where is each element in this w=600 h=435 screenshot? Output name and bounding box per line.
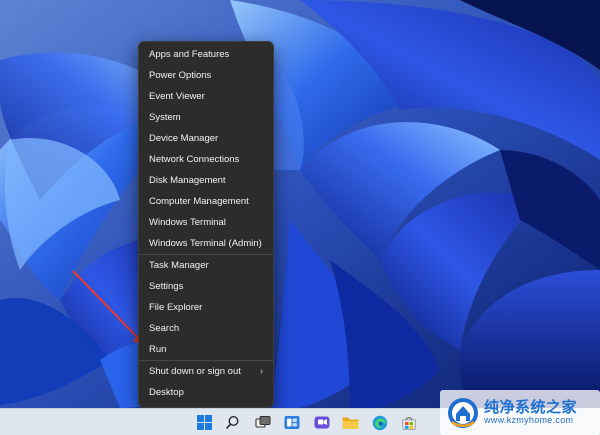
- menu-group-session: Shut down or sign out › Desktop: [139, 361, 273, 403]
- site-watermark: 纯净系统之家 www.kzmyhome.com: [440, 390, 600, 435]
- menu-item-windows-terminal-admin[interactable]: Windows Terminal (Admin): [139, 233, 273, 254]
- menu-item-apps-and-features[interactable]: Apps and Features: [139, 44, 273, 65]
- menu-item-task-manager[interactable]: Task Manager: [139, 255, 273, 276]
- menu-item-disk-management[interactable]: Disk Management: [139, 170, 273, 191]
- chevron-right-icon: ›: [260, 366, 263, 376]
- menu-item-desktop[interactable]: Desktop: [139, 382, 273, 403]
- windows-start-icon[interactable]: [196, 414, 213, 431]
- menu-item-network-connections[interactable]: Network Connections: [139, 149, 273, 170]
- menu-item-label: Shut down or sign out: [149, 366, 241, 377]
- menu-item-device-manager[interactable]: Device Manager: [139, 128, 273, 149]
- watermark-title: 纯净系统之家: [484, 397, 578, 416]
- menu-group-system-tools: Apps and Features Power Options Event Vi…: [139, 44, 273, 254]
- widgets-icon[interactable]: [283, 414, 300, 431]
- menu-item-power-options[interactable]: Power Options: [139, 65, 273, 86]
- menu-item-file-explorer[interactable]: File Explorer: [139, 297, 273, 318]
- menu-item-event-viewer[interactable]: Event Viewer: [139, 86, 273, 107]
- watermark-logo-icon: [448, 397, 478, 428]
- menu-item-computer-management[interactable]: Computer Management: [139, 191, 273, 212]
- menu-item-search[interactable]: Search: [139, 318, 273, 339]
- edge-icon[interactable]: [371, 414, 388, 431]
- menu-group-utilities: Task Manager Settings File Explorer Sear…: [139, 255, 273, 360]
- file-explorer-icon[interactable]: [342, 414, 359, 431]
- search-icon[interactable]: [224, 414, 241, 431]
- menu-item-system[interactable]: System: [139, 107, 273, 128]
- watermark-url: www.kzmyhome.com: [484, 414, 574, 425]
- task-view-icon[interactable]: [254, 414, 271, 431]
- wallpaper-bloom: [0, 0, 600, 408]
- menu-item-shut-down-or-sign-out[interactable]: Shut down or sign out ›: [139, 361, 273, 382]
- desktop[interactable]: Apps and Features Power Options Event Vi…: [0, 0, 600, 408]
- menu-item-settings[interactable]: Settings: [139, 276, 273, 297]
- watermark-text: 纯净系统之家 www.kzmyhome.com: [484, 397, 578, 425]
- menu-item-run[interactable]: Run: [139, 339, 273, 360]
- store-icon[interactable]: [400, 414, 417, 431]
- menu-item-windows-terminal[interactable]: Windows Terminal: [139, 212, 273, 233]
- chat-icon[interactable]: [313, 414, 330, 431]
- winx-context-menu: Apps and Features Power Options Event Vi…: [138, 41, 274, 408]
